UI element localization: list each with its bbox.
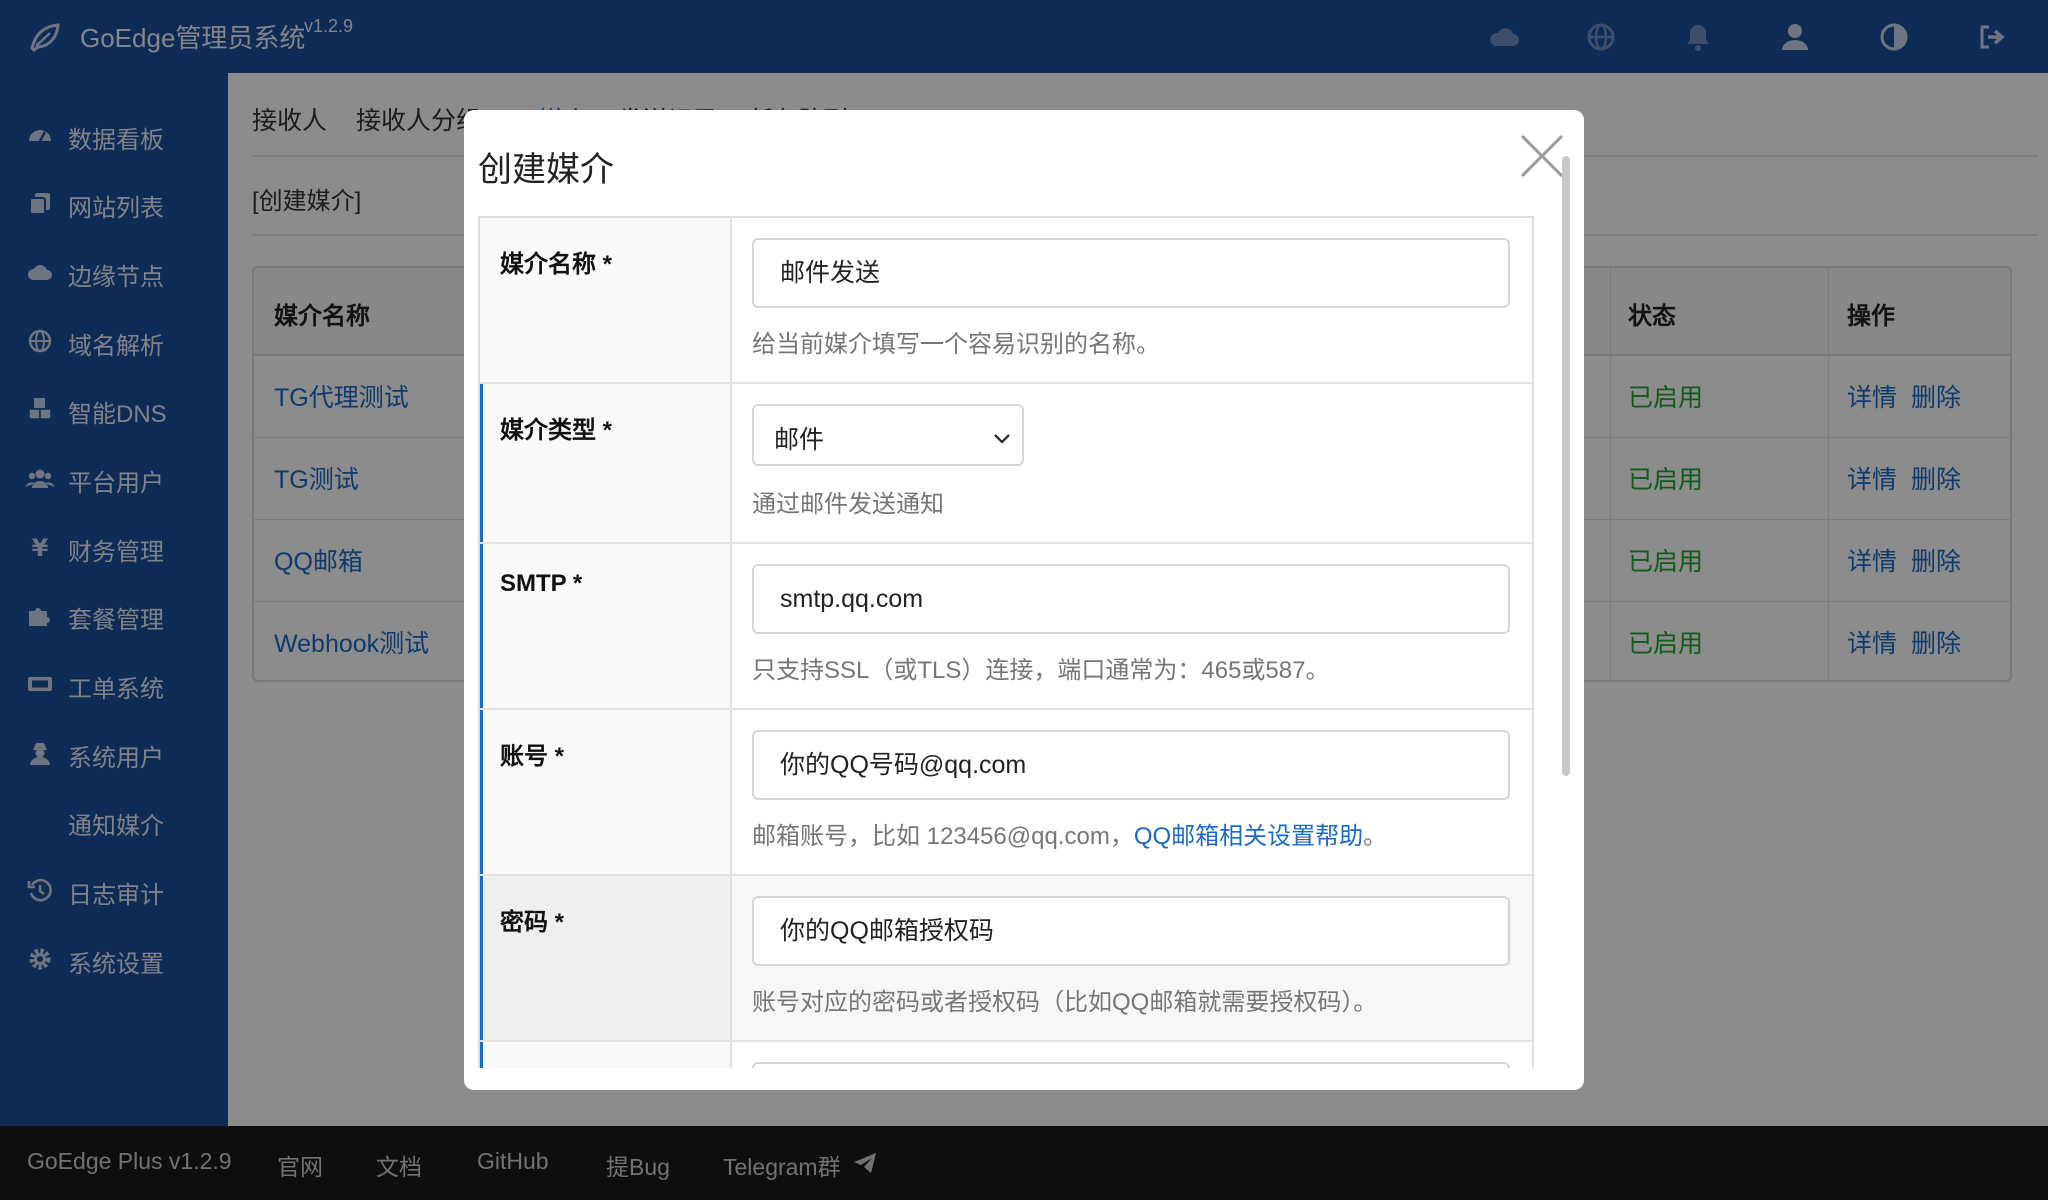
- form-row-type: 媒介类型 * 邮件 通过邮件发送通知: [480, 384, 1532, 544]
- form-row-smtp: SMTP * smtp.qq.com 只支持SSL（或TLS）连接，端口通常为：…: [480, 544, 1532, 710]
- dialog-title: 创建媒介: [478, 151, 614, 189]
- field-help: 通过邮件发送通知: [752, 491, 944, 518]
- form-row-account: 账号 * 你的QQ号码@qq.com 邮箱账号，比如 123456@qq.com…: [480, 710, 1532, 876]
- field-label: 账号 *: [500, 743, 565, 770]
- media-type-select[interactable]: 邮件: [752, 404, 1024, 466]
- field-label: SMTP *: [500, 570, 583, 597]
- qq-mail-help-link[interactable]: QQ邮箱相关设置帮助: [1134, 823, 1363, 850]
- field-help: 账号对应的密码或者授权码（比如QQ邮箱就需要授权码）。: [752, 989, 1378, 1016]
- account-input[interactable]: 你的QQ号码@qq.com: [752, 730, 1510, 800]
- field-label: 密码 *: [500, 909, 565, 936]
- media-form: 媒介名称 * 邮件发送 给当前媒介填写一个容易识别的名称。 媒介类型 * 邮件 …: [478, 216, 1534, 1090]
- close-icon[interactable]: [1518, 132, 1566, 180]
- password-input[interactable]: 你的QQ邮箱授权码: [752, 896, 1510, 966]
- media-name-input[interactable]: 邮件发送: [752, 238, 1510, 308]
- field-label: 媒介类型 *: [500, 417, 613, 444]
- scrollbar[interactable]: [1562, 156, 1570, 776]
- form-row-password: 密码 * 你的QQ邮箱授权码 账号对应的密码或者授权码（比如QQ邮箱就需要授权码…: [480, 876, 1532, 1042]
- field-help: 只支持SSL（或TLS）连接，端口通常为：465或587。: [752, 657, 1330, 684]
- field-help: 邮箱账号，比如 123456@qq.com，QQ邮箱相关设置帮助。: [752, 823, 1388, 850]
- create-media-dialog: 创建媒介 媒介名称 * 邮件发送 给当前媒介填写一个容易识别的名称。 媒介类型 …: [464, 110, 1584, 1090]
- form-row-name: 媒介名称 * 邮件发送 给当前媒介填写一个容易识别的名称。: [480, 218, 1532, 384]
- smtp-input[interactable]: smtp.qq.com: [752, 564, 1510, 634]
- dialog-bottom-edge: [464, 1068, 1584, 1090]
- chevron-down-icon: [992, 428, 1012, 448]
- field-help: 给当前媒介填写一个容易识别的名称。: [752, 331, 1160, 358]
- selected-value: 邮件: [774, 426, 825, 454]
- field-label: 媒介名称 *: [500, 251, 613, 278]
